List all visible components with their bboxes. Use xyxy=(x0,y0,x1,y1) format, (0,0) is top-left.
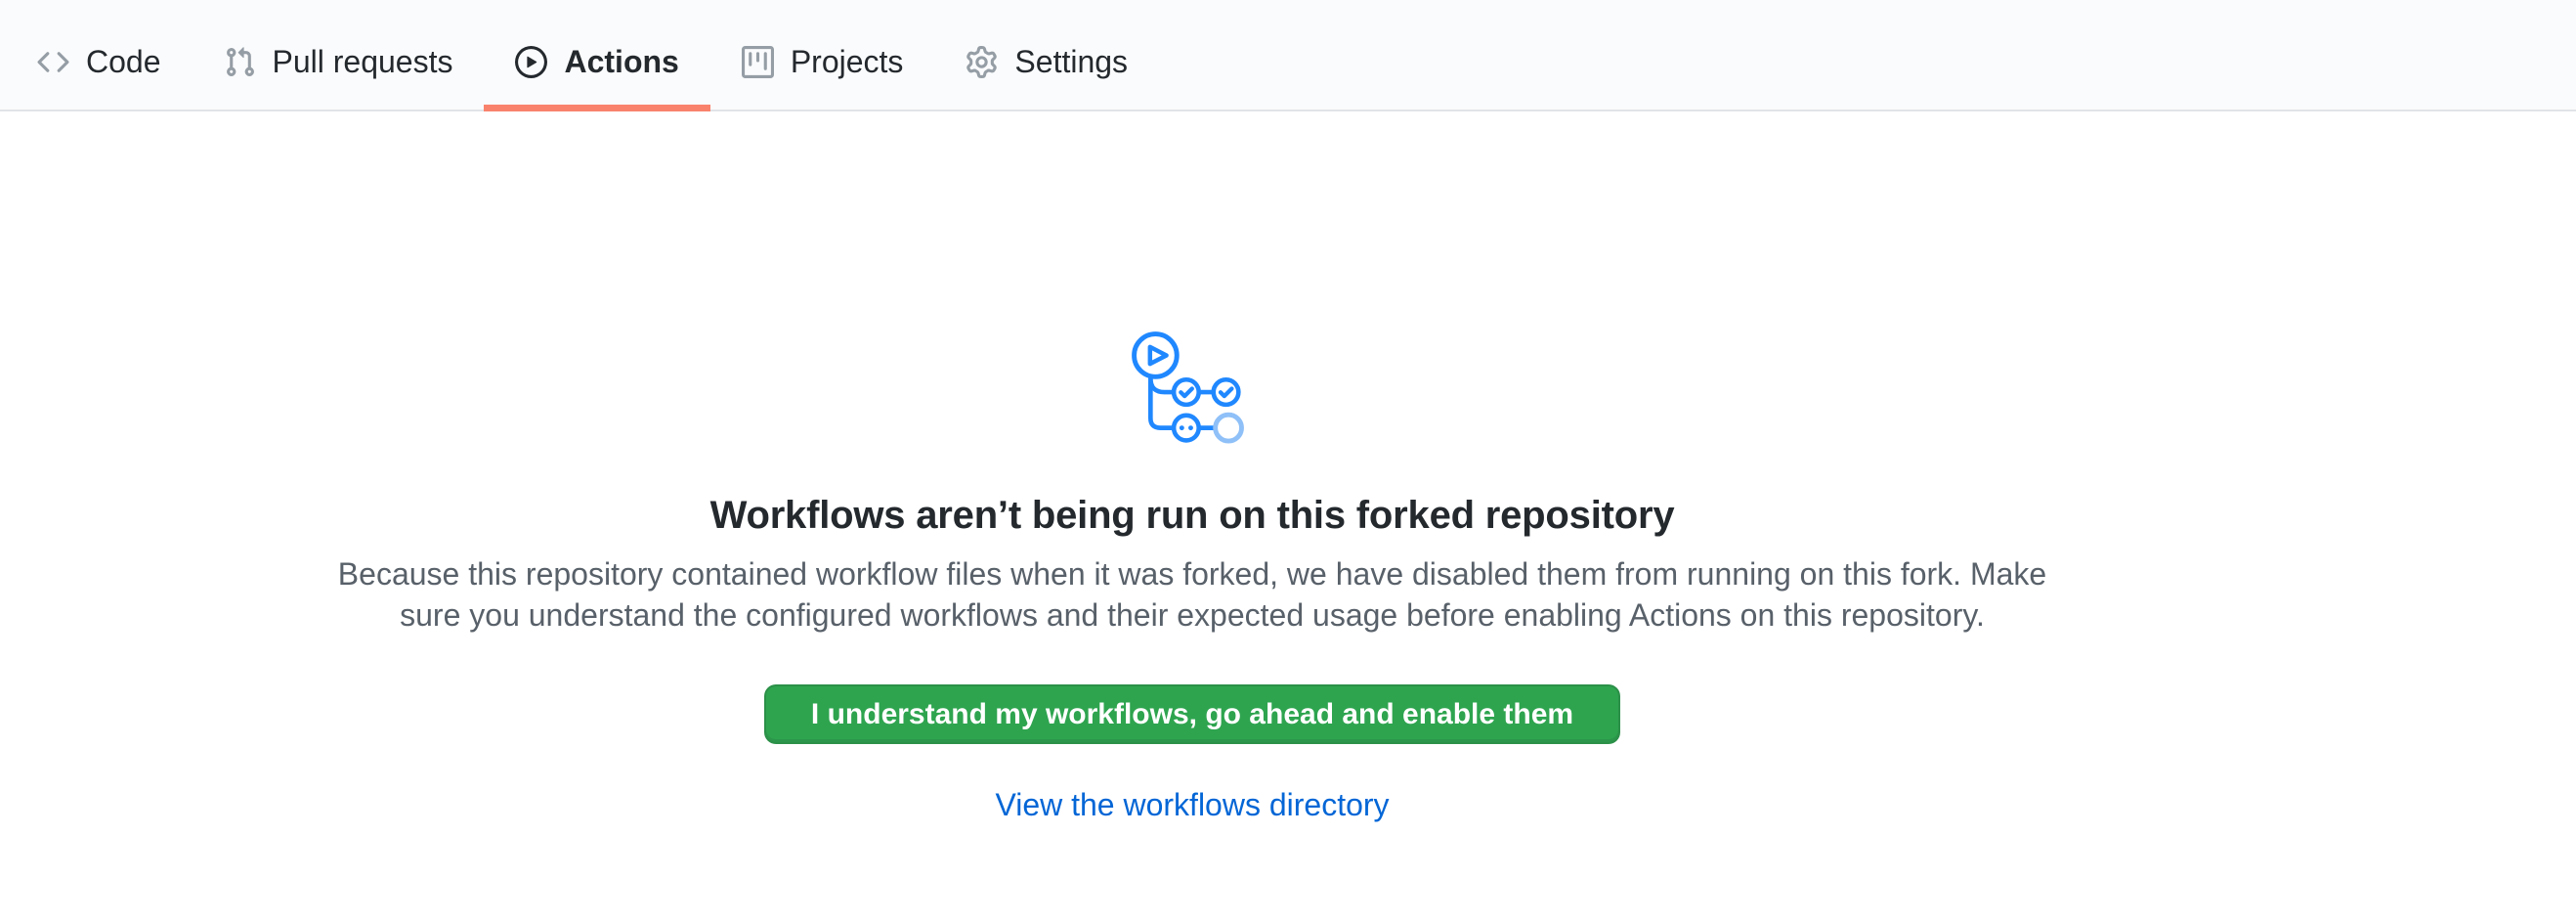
tab-actions-label: Actions xyxy=(564,46,678,77)
project-icon xyxy=(742,46,774,78)
empty-state-title: Workflows aren’t being run on this forke… xyxy=(0,491,2384,540)
repo-tab-nav: Code Pull requests Actions Projects Sett… xyxy=(0,0,2576,111)
enable-workflows-button[interactable]: I understand my workflows, go ahead and … xyxy=(764,684,1620,744)
code-icon xyxy=(37,46,69,78)
description-line-1: Because this repository contained workfl… xyxy=(338,556,2046,592)
git-pull-request-icon xyxy=(224,46,256,78)
empty-state-description: Because this repository contained workfl… xyxy=(0,553,2384,636)
tab-projects-label: Projects xyxy=(791,46,904,77)
tab-pull-requests-label: Pull requests xyxy=(273,46,453,77)
tab-projects[interactable]: Projects xyxy=(710,14,935,110)
tab-settings[interactable]: Settings xyxy=(934,14,1159,110)
play-circle-icon xyxy=(515,46,547,78)
description-line-2: sure you understand the configured workf… xyxy=(400,597,1985,633)
tab-code-label: Code xyxy=(86,46,161,77)
view-workflows-directory-link[interactable]: View the workflows directory xyxy=(995,787,1389,822)
workflow-graph-icon xyxy=(0,330,2384,448)
tab-code[interactable]: Code xyxy=(6,14,193,110)
gear-icon xyxy=(966,46,998,78)
tab-actions[interactable]: Actions xyxy=(484,14,709,110)
actions-empty-state: Workflows aren’t being run on this forke… xyxy=(0,330,2576,823)
tab-pull-requests[interactable]: Pull requests xyxy=(193,14,485,110)
tab-settings-label: Settings xyxy=(1014,46,1128,77)
